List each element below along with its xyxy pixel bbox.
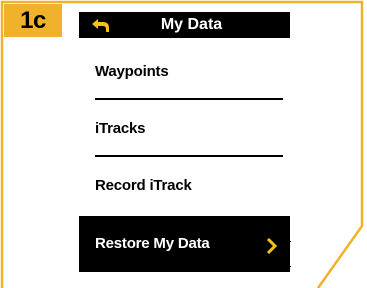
menu-item-itracks[interactable]: iTracks: [79, 101, 290, 157]
selection-bracket: [288, 241, 291, 267]
menu-item-label: Record iTrack: [95, 177, 192, 194]
menu-item-waypoints[interactable]: Waypoints: [79, 44, 290, 100]
divider: [95, 155, 283, 157]
menu-item-label: Waypoints: [95, 63, 169, 80]
step-badge: 1c: [4, 4, 62, 37]
device-screen: My Data Waypoints iTracks Record iTrack …: [79, 12, 290, 288]
divider: [95, 98, 283, 100]
menu-item-label: Restore My Data: [95, 235, 210, 252]
menu-item-record-itrack[interactable]: Record iTrack: [79, 158, 290, 214]
title-bar: My Data: [79, 12, 290, 38]
menu-item-restore-my-data[interactable]: Restore My Data: [79, 216, 290, 272]
page-title: My Data: [160, 16, 223, 33]
menu-item-label: iTracks: [95, 120, 146, 137]
chevron-right-icon: [266, 238, 278, 254]
